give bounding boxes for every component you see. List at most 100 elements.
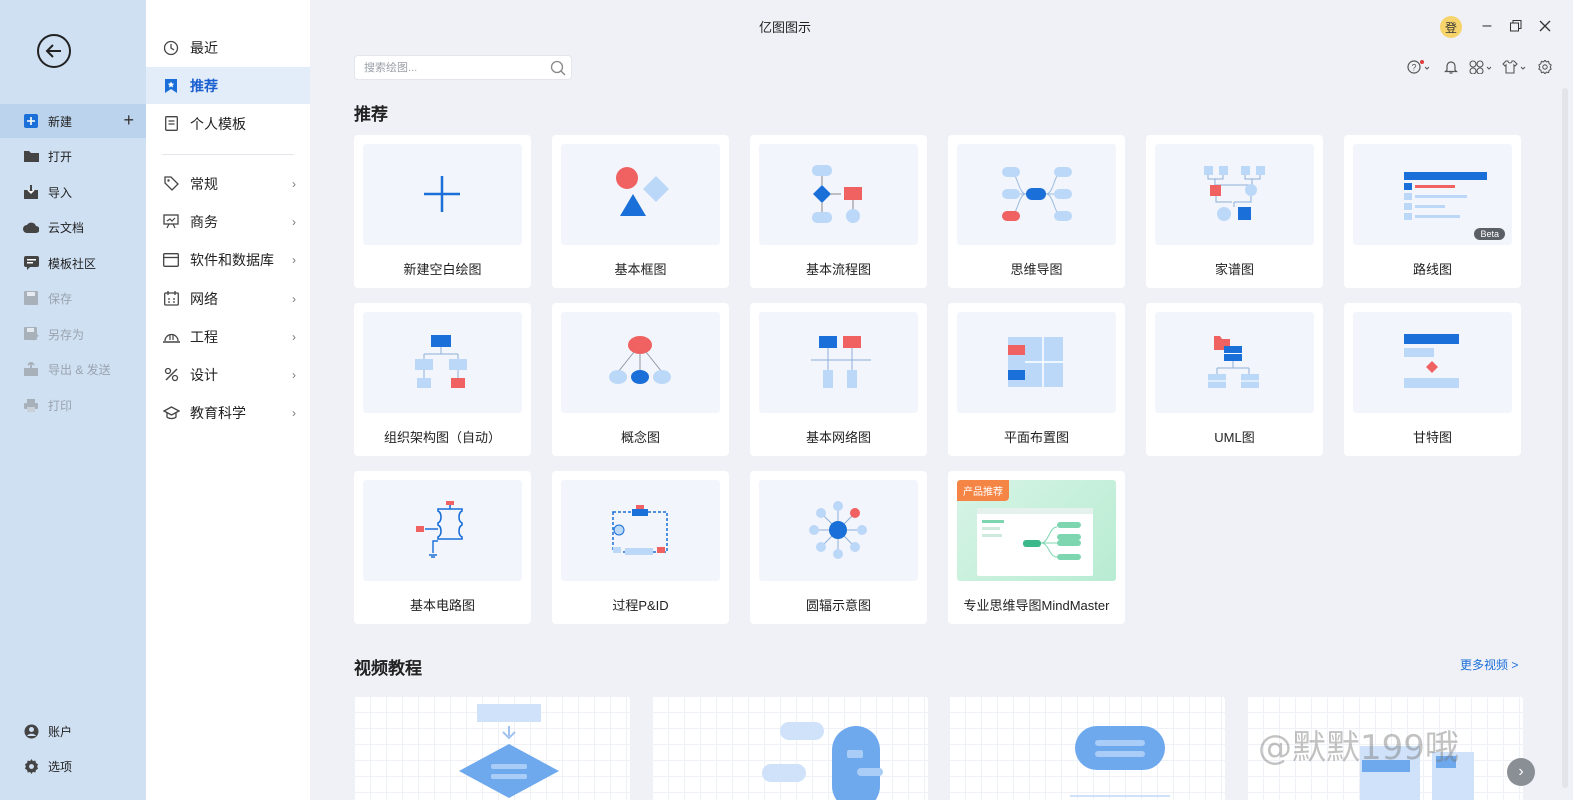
help-icon[interactable]: ? [1407,59,1429,75]
login-avatar[interactable]: 登 [1440,16,1462,38]
beta-badge: Beta [1474,228,1505,240]
back-button[interactable] [37,34,71,68]
calendar-grid-icon [162,290,180,308]
document-icon [162,115,180,133]
template-card-radial[interactable]: 圆辐示意图 [750,471,927,624]
category-recent[interactable]: 最近 [146,29,310,66]
folder-icon [22,147,40,165]
template-thumbnail: 产品推荐 [957,480,1116,581]
chevron-right-icon: › [292,291,296,306]
template-thumbnail [759,480,918,581]
template-card-block-diagram[interactable]: 基本框图 [552,135,729,288]
sidebar-item-save-as[interactable]: 另存为 [0,317,146,351]
category-engineering[interactable]: 工程 › [146,318,310,355]
sidebar-item-save[interactable]: 保存 [0,281,146,315]
category-general[interactable]: 常规 › [146,165,310,202]
category-recommended[interactable]: 推荐 [146,67,310,104]
category-design[interactable]: 设计 › [146,356,310,393]
print-icon [22,396,40,414]
template-card-circuit[interactable]: 基本电路图 [354,471,531,624]
template-thumbnail [759,144,918,245]
category-education[interactable]: 教育科学 › [146,394,310,431]
main-sidebar: 新建 + 打开 导入 云文档 模板社区 保存 另存为 导出 & 发送 打印 账户… [0,0,146,800]
template-card-floor-plan[interactable]: 平面布置图 [948,303,1125,456]
template-label: 基本流程图 [805,262,871,277]
sidebar-item-cloud[interactable]: 云文档 [0,210,146,244]
community-icon [22,254,40,272]
template-thumbnail [759,312,918,413]
template-card-org-chart[interactable]: 组织架构图（自动） [354,303,531,456]
template-card-mindmap[interactable]: 思维导图 [948,135,1125,288]
settings-gear-icon[interactable] [1538,59,1552,75]
sidebar-item-export[interactable]: 导出 & 发送 [0,352,146,386]
template-label: 思维导图 [1010,262,1063,277]
shirt-icon[interactable] [1502,59,1528,75]
design-tools-icon [162,366,180,384]
template-card-uml[interactable]: UML图 [1146,303,1323,456]
category-sidebar: 最近 推荐 个人模板 常规 › 商务 › 软件和数据库 › 网络 › 工程 › … [146,0,310,800]
category-label: 最近 [190,39,218,56]
template-card-gantt[interactable]: 甘特图 [1344,303,1521,456]
template-thumbnail [1155,312,1314,413]
restore-icon[interactable] [1506,16,1526,36]
template-card-roadmap[interactable]: Beta 路线图 [1344,135,1521,288]
template-card-concept-map[interactable]: 概念图 [552,303,729,456]
template-card-blank[interactable]: 新建空白绘图 [354,135,531,288]
template-label: 基本电路图 [409,598,475,613]
template-thumbnail [363,480,522,581]
chevron-right-icon: › [292,176,296,191]
graduation-cap-icon [162,404,180,422]
template-label: 组织架构图（自动） [383,430,501,445]
template-card-pid[interactable]: 过程P&ID [552,471,729,624]
video-card[interactable] [354,696,630,800]
template-label: 基本框图 [614,262,667,277]
category-label: 软件和数据库 [190,251,274,268]
sidebar-item-account[interactable]: 账户 [0,714,146,748]
sidebar-item-community[interactable]: 模板社区 [0,246,146,280]
category-software-database[interactable]: 软件和数据库 › [146,241,310,278]
video-card[interactable] [949,696,1225,800]
template-card-flowchart[interactable]: 基本流程图 [750,135,927,288]
account-icon [22,722,40,740]
plus-square-icon [22,112,40,130]
window-icon [162,251,180,269]
search-box[interactable] [354,55,572,80]
template-card-mindmaster[interactable]: 产品推荐 专业思维导图MindMaster [948,471,1125,624]
template-card-family-tree[interactable]: 家谱图 [1146,135,1323,288]
template-label: 过程P&ID [612,598,669,613]
chevron-right-icon[interactable]: › [1507,758,1535,786]
chevron-right-icon: › [292,367,296,382]
template-card-network[interactable]: 基本网络图 [750,303,927,456]
more-videos-link[interactable]: 更多视频 > [1460,656,1518,673]
bell-icon[interactable] [1444,59,1458,75]
video-card[interactable] [652,696,928,800]
bookmark-star-icon [162,77,180,95]
sidebar-item-import[interactable]: 导入 [0,175,146,209]
close-icon[interactable] [1535,16,1555,36]
save-icon [22,289,40,307]
category-label: 教育科学 [190,404,246,421]
minimize-icon[interactable]: – [1477,16,1497,36]
search-icon[interactable] [550,60,566,81]
product-recommend-badge: 产品推荐 [957,480,1009,501]
add-icon[interactable]: + [123,111,134,129]
template-label: 路线图 [1412,262,1452,277]
search-input[interactable] [364,61,544,74]
sidebar-item-new[interactable]: 新建 + [0,104,146,138]
template-thumbnail [1353,312,1512,413]
template-label: 专业思维导图MindMaster [963,598,1110,613]
category-label: 常规 [190,175,218,192]
scrollbar[interactable] [1562,88,1568,788]
category-network[interactable]: 网络 › [146,280,310,317]
apps-icon[interactable] [1469,59,1495,75]
template-label: 家谱图 [1214,262,1254,277]
sidebar-item-print[interactable]: 打印 [0,388,146,422]
sidebar-item-options[interactable]: 选项 [0,749,146,783]
sidebar-item-open[interactable]: 打开 [0,139,146,173]
template-label: 平面布置图 [1003,430,1069,445]
back-arrow-icon [45,44,61,58]
sidebar-item-label: 另存为 [48,327,85,342]
template-label: 基本网络图 [805,430,871,445]
category-business[interactable]: 商务 › [146,203,310,240]
category-personal-templates[interactable]: 个人模板 [146,105,310,142]
